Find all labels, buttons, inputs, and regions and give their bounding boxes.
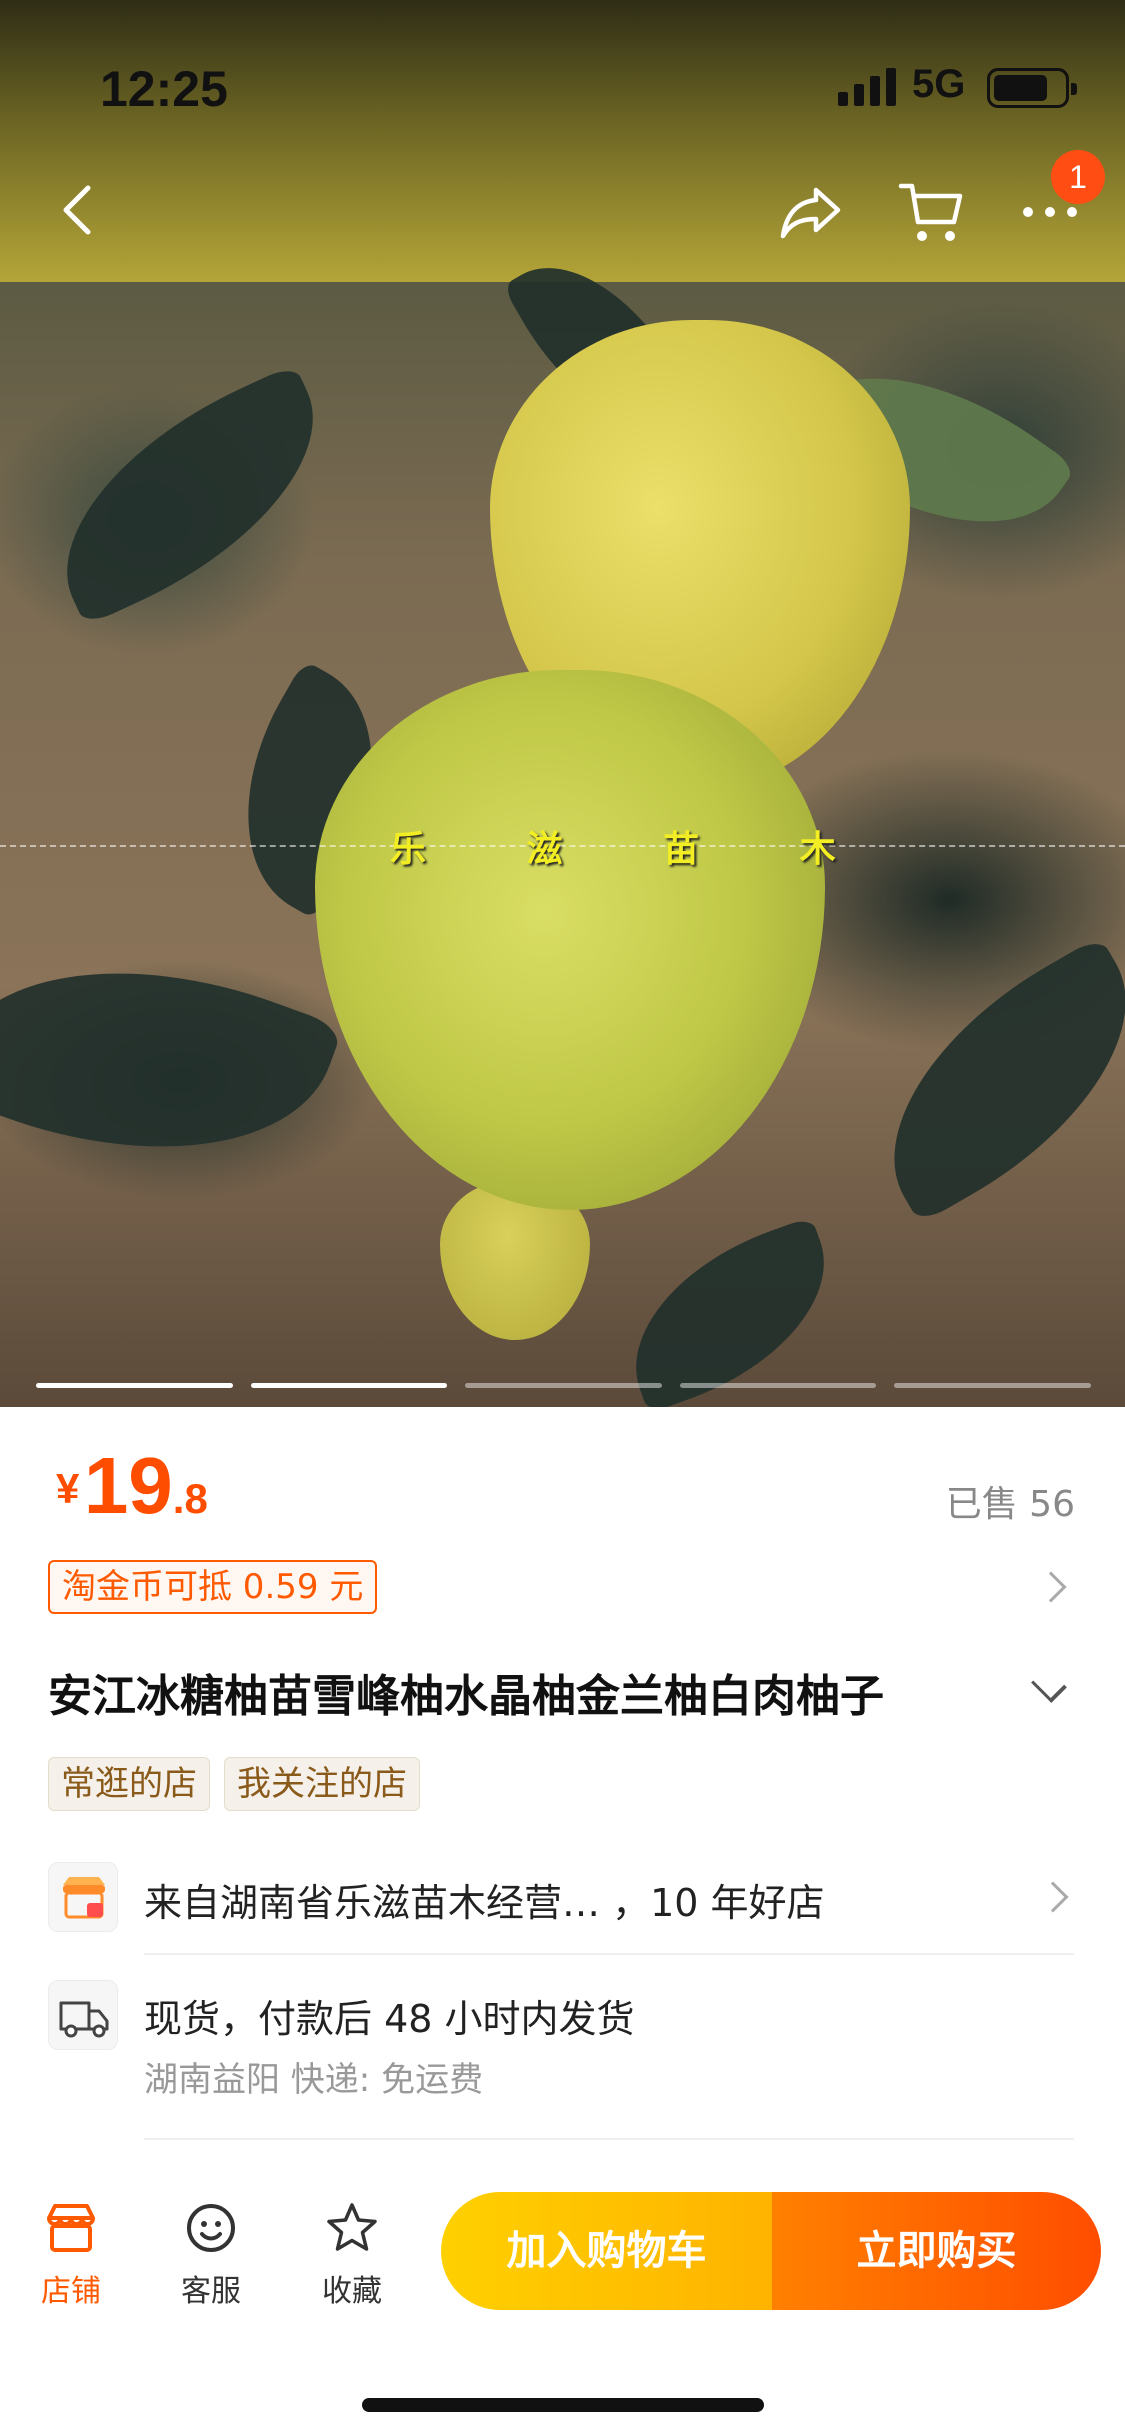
- home-indicator[interactable]: [362, 2398, 764, 2412]
- shipping-text: 现货，付款后 48 小时内发货: [144, 1997, 635, 2041]
- carousel-dot: [36, 1383, 233, 1388]
- bottom-action-bar: 店铺 客服 收藏 加入购物车 立即购买: [0, 2160, 1125, 2436]
- carousel-dot: [465, 1383, 662, 1388]
- store-icon: [47, 2204, 95, 2252]
- battery-icon: [987, 68, 1077, 108]
- leaf-image: [22, 363, 358, 627]
- tag-followed-shop: 我关注的店: [224, 1757, 420, 1811]
- carousel-indicator: [36, 1383, 1091, 1388]
- carousel-dot: [679, 1383, 877, 1388]
- pomelo-fruit-image: [315, 670, 825, 1210]
- status-bar: 12:25 5G: [0, 0, 1125, 132]
- tab-customer-service[interactable]: 客服: [156, 2200, 266, 2310]
- back-icon[interactable]: [50, 180, 110, 240]
- star-icon: [327, 2203, 377, 2251]
- tab-favorite[interactable]: 收藏: [297, 2200, 407, 2310]
- chevron-right-icon[interactable]: [1035, 1571, 1067, 1603]
- price-integer: 19: [83, 1441, 173, 1530]
- product-price: ¥ 19.8: [56, 1440, 208, 1532]
- tab-service-label: 客服: [181, 2274, 241, 2309]
- product-title: 安江冰糖柚苗雪峰柚水晶柚金兰柚白肉柚子: [48, 1671, 884, 1722]
- tab-favorite-label: 收藏: [322, 2274, 382, 2309]
- shipping-info-row[interactable]: 现货，付款后 48 小时内发货 湖南益阳 快递: 免运费: [48, 1980, 1076, 2100]
- leaf-image: [604, 1216, 856, 1407]
- shop-icon: [48, 1862, 118, 1932]
- divider: [144, 1953, 1074, 1955]
- share-icon[interactable]: [778, 182, 844, 242]
- tag-frequent-shop: 常逛的店: [48, 1757, 210, 1811]
- shop-info-text: 来自湖南省乐滋苗木经营… ，10 年好店: [144, 1881, 825, 1925]
- tab-store-label: 店铺: [41, 2274, 101, 2309]
- add-to-cart-button[interactable]: 加入购物车: [441, 2192, 772, 2310]
- leaf-image: [840, 935, 1125, 1225]
- network-type: 5G: [912, 62, 966, 106]
- tab-store[interactable]: 店铺: [16, 2200, 126, 2310]
- notification-badge: 1: [1051, 150, 1105, 204]
- buy-now-button[interactable]: 立即购买: [772, 2192, 1101, 2310]
- shop-info-row[interactable]: 来自湖南省乐滋苗木经营… ，10 年好店: [48, 1858, 1076, 1938]
- image-watermark: 乐 滋 苗 木: [390, 829, 880, 870]
- signal-icon: [838, 66, 896, 106]
- price-currency: ¥: [56, 1465, 80, 1512]
- chevron-down-icon[interactable]: [1031, 1667, 1067, 1703]
- carousel-dot: [894, 1383, 1091, 1388]
- shipping-subtext: 湖南益阳 快递: 免运费: [144, 2060, 484, 2100]
- divider: [144, 2138, 1074, 2140]
- chevron-right-icon[interactable]: [1037, 1881, 1069, 1913]
- service-icon: [187, 2204, 235, 2252]
- cart-icon[interactable]: [898, 178, 964, 248]
- sold-count: 已售 56: [945, 1484, 1075, 1525]
- more-icon[interactable]: [1020, 200, 1080, 224]
- shop-tags: 常逛的店 我关注的店: [48, 1757, 420, 1811]
- price-decimal: .8: [172, 1475, 208, 1522]
- leaf-image: [0, 904, 344, 1216]
- carousel-dot: [250, 1383, 448, 1388]
- status-time: 12:25: [100, 61, 228, 117]
- coin-discount-badge[interactable]: 淘金币可抵 0.59 元: [48, 1560, 378, 1614]
- truck-icon: [48, 1980, 118, 2050]
